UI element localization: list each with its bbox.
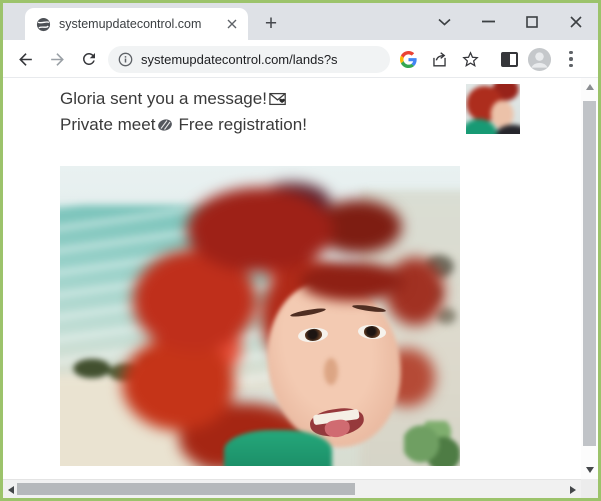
address-bar[interactable]: systemupdatecontrol.com/lands?s [108, 46, 390, 73]
share-icon[interactable] [425, 45, 453, 73]
scrollbar-corner [581, 479, 598, 498]
tab-title: systemupdatecontrol.com [59, 17, 223, 31]
scroll-up-icon[interactable] [586, 84, 594, 90]
love-letter-icon [269, 92, 287, 106]
menu-kebab-icon[interactable] [557, 45, 585, 73]
horizontal-scrollbar-thumb[interactable] [17, 483, 355, 495]
scroll-left-icon[interactable] [8, 486, 14, 494]
photo-nose [324, 358, 338, 385]
reload-button[interactable] [75, 45, 103, 73]
profile-avatar[interactable] [525, 45, 553, 73]
vertical-scrollbar[interactable] [581, 78, 598, 479]
vertical-scrollbar-thumb[interactable] [583, 101, 596, 446]
window-controls [422, 3, 598, 40]
side-panel-icon[interactable] [495, 45, 523, 73]
sender-avatar-thumbnail[interactable] [466, 84, 520, 134]
photo-green-top [224, 430, 332, 466]
horizontal-scrollbar[interactable] [3, 479, 581, 498]
close-window-button[interactable] [554, 7, 598, 37]
window-menu-chevron-icon[interactable] [422, 7, 466, 37]
photo-red-hair [60, 166, 460, 466]
maximize-button[interactable] [510, 7, 554, 37]
kiss-mark-icon [157, 118, 173, 132]
site-info-icon[interactable] [118, 52, 133, 67]
tab-strip: systemupdatecontrol.com + [3, 3, 598, 40]
url-text[interactable]: systemupdatecontrol.com/lands?s [141, 52, 338, 67]
beach-selfie-photo[interactable] [60, 166, 460, 466]
tab-close-icon[interactable] [223, 16, 240, 33]
new-tab-button[interactable]: + [256, 9, 286, 37]
minimize-button[interactable] [466, 7, 510, 37]
browser-tab[interactable]: systemupdatecontrol.com [25, 8, 248, 40]
scroll-right-icon[interactable] [570, 486, 576, 494]
heading-line2: Private meet Free registration! [60, 112, 307, 138]
photo-bangs [300, 262, 404, 301]
google-g-icon[interactable] [394, 45, 422, 73]
page-headings: Gloria sent you a message! Private meet [60, 86, 307, 138]
bookmark-star-icon[interactable] [456, 45, 484, 73]
heading-line1: Gloria sent you a message! [60, 86, 307, 112]
back-button[interactable] [11, 45, 39, 73]
forward-button[interactable] [43, 45, 71, 73]
scroll-down-icon[interactable] [586, 467, 594, 473]
globe-favicon-icon [36, 17, 51, 32]
page-content: Gloria sent you a message! Private meet [3, 79, 581, 479]
browser-window: systemupdatecontrol.com + [0, 0, 601, 501]
